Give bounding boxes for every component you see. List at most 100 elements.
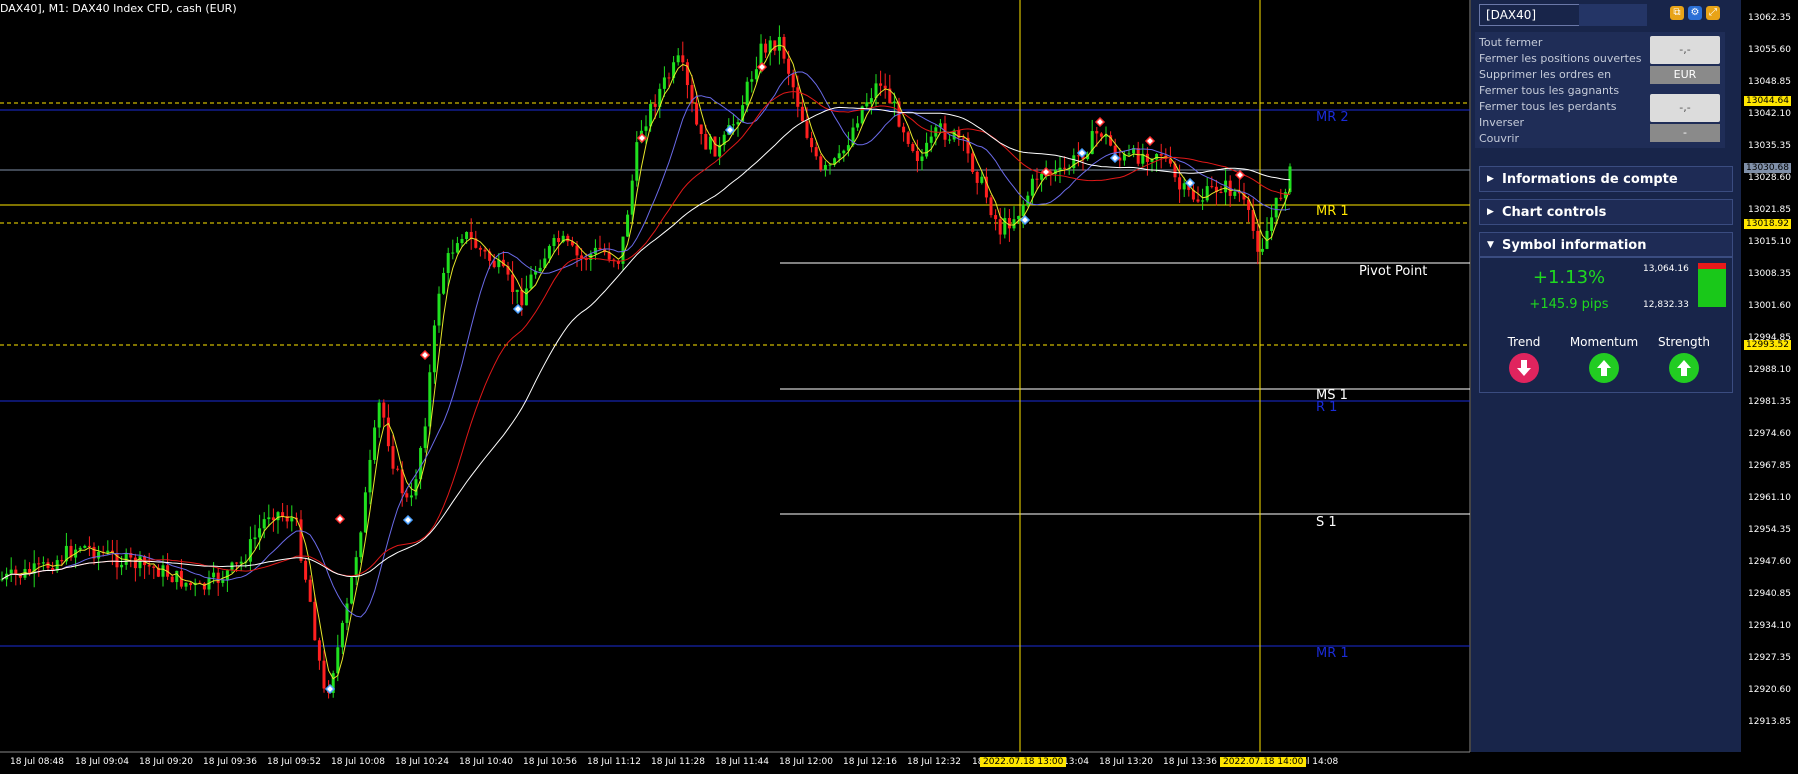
- candle-body: [225, 570, 229, 580]
- candle-body: [189, 582, 193, 586]
- candle-body: [235, 562, 239, 564]
- candle-body: [1127, 153, 1131, 155]
- price-tick: 12940.85: [1748, 589, 1791, 599]
- chevron-down-icon: ▼: [1487, 240, 1494, 250]
- candle-body: [451, 252, 455, 254]
- moving-average-long: [1, 106, 1291, 580]
- candle-body: [750, 79, 754, 82]
- hedge-action[interactable]: Couvrir: [1479, 132, 1519, 145]
- price-highlight: 13044.64: [1744, 96, 1791, 106]
- candle-body: [216, 572, 220, 583]
- candle-body: [538, 267, 542, 272]
- level-label-mr1: MR 1: [1316, 204, 1349, 219]
- candle-body: [695, 103, 699, 125]
- candle-body: [386, 417, 390, 447]
- candle-body: [437, 293, 441, 326]
- candle-body: [1063, 167, 1067, 169]
- candle-body: [552, 238, 556, 247]
- candle-body: [796, 87, 800, 107]
- candle-body: [994, 215, 998, 220]
- candle-body: [745, 81, 749, 106]
- price-tick: 13042.10: [1748, 109, 1791, 119]
- section-symbol-info[interactable]: ▼ Symbol information: [1479, 232, 1733, 258]
- candle-body: [929, 136, 933, 143]
- symbol-select-value: [DAX40]: [1486, 8, 1537, 22]
- time-tick: 18 Jul 10:56: [523, 757, 577, 767]
- candle-body: [814, 147, 818, 157]
- strength-label: Strength: [1658, 335, 1710, 349]
- candle-body: [975, 171, 979, 183]
- candle-body: [1030, 178, 1034, 196]
- candle-body: [869, 98, 873, 103]
- candle-body: [428, 372, 432, 427]
- delete-orders-action[interactable]: Supprimer les ordres en: [1479, 68, 1611, 81]
- candle-body: [915, 150, 919, 162]
- price-tick: 13021.85: [1748, 205, 1791, 215]
- candle-body: [667, 77, 671, 79]
- time-tick: 18 Jul 12:32: [907, 757, 961, 767]
- candle-body: [133, 557, 137, 569]
- section-chart-controls[interactable]: ▶ Chart controls: [1479, 199, 1733, 225]
- candle-body: [1159, 153, 1163, 156]
- candle-body: [281, 512, 285, 517]
- signal-marker: [1109, 152, 1121, 164]
- candle-body: [377, 402, 381, 428]
- time-tick: 18 Jul 09:36: [203, 757, 257, 767]
- candle-body: [41, 562, 45, 564]
- candle-body: [267, 517, 271, 520]
- candle-body: [1136, 148, 1140, 164]
- candle-body: [644, 126, 648, 131]
- sell-button[interactable]: -,-: [1650, 36, 1720, 64]
- copy-icon[interactable]: ⧉: [1670, 6, 1684, 20]
- candle-body: [823, 164, 827, 170]
- candle-body: [1270, 217, 1274, 231]
- lot-value: -: [1650, 124, 1720, 142]
- buy-button[interactable]: -,-: [1650, 94, 1720, 122]
- price-tick: 13062.35: [1748, 13, 1791, 23]
- candle-body: [653, 103, 657, 107]
- close-losers-action[interactable]: Fermer tous les perdants: [1479, 100, 1616, 113]
- candle-body: [442, 272, 446, 294]
- time-tick: 18 Jul 12:16: [843, 757, 897, 767]
- signal-marker: [1144, 135, 1156, 147]
- expand-icon[interactable]: ⤢: [1706, 6, 1720, 20]
- signal-marker: [402, 514, 414, 526]
- candle-body: [345, 603, 349, 623]
- candle-body: [317, 640, 321, 661]
- candle-body: [547, 246, 551, 259]
- candle-body: [290, 517, 294, 522]
- volume-input[interactable]: [1579, 4, 1647, 26]
- candle-body: [575, 245, 579, 256]
- section-account-info[interactable]: ▶ Informations de compte: [1479, 166, 1733, 192]
- close-open-positions-action[interactable]: Fermer les positions ouvertes: [1479, 52, 1642, 65]
- candle-body: [1196, 199, 1200, 202]
- candle-body: [676, 55, 680, 63]
- change-pips: +145.9 pips: [1529, 297, 1609, 312]
- price-tick: 12934.10: [1748, 621, 1791, 631]
- candle-body: [152, 566, 156, 568]
- candle-body: [304, 560, 308, 580]
- candle-body: [731, 124, 735, 126]
- candle-body: [492, 260, 496, 268]
- candle-body: [980, 176, 984, 183]
- candle-body: [1260, 248, 1264, 252]
- gear-icon[interactable]: ⚙: [1688, 6, 1702, 20]
- candle-body: [253, 537, 257, 540]
- candle-body: [1155, 153, 1159, 160]
- symbol-info-body: +1.13% +145.9 pips 13,064.16 12,832.33 T…: [1479, 256, 1733, 393]
- price-tick: 12961.10: [1748, 493, 1791, 503]
- level-label-pivot: Pivot Point: [1359, 264, 1428, 279]
- close-winners-action[interactable]: Fermer tous les gagnants: [1479, 84, 1619, 97]
- candle-body: [971, 153, 975, 172]
- reverse-action[interactable]: Inverser: [1479, 116, 1524, 129]
- day-low: 12,832.33: [1643, 300, 1689, 310]
- price-tick: 13055.60: [1748, 45, 1791, 55]
- close-all-action[interactable]: Tout fermer: [1479, 36, 1542, 49]
- candle-body: [925, 142, 929, 157]
- price-tick: 12927.35: [1748, 653, 1791, 663]
- candle-body: [373, 427, 377, 460]
- candle-body: [681, 55, 685, 63]
- candle-body: [1279, 197, 1283, 199]
- candle-body: [557, 238, 561, 242]
- candle-body: [810, 137, 814, 148]
